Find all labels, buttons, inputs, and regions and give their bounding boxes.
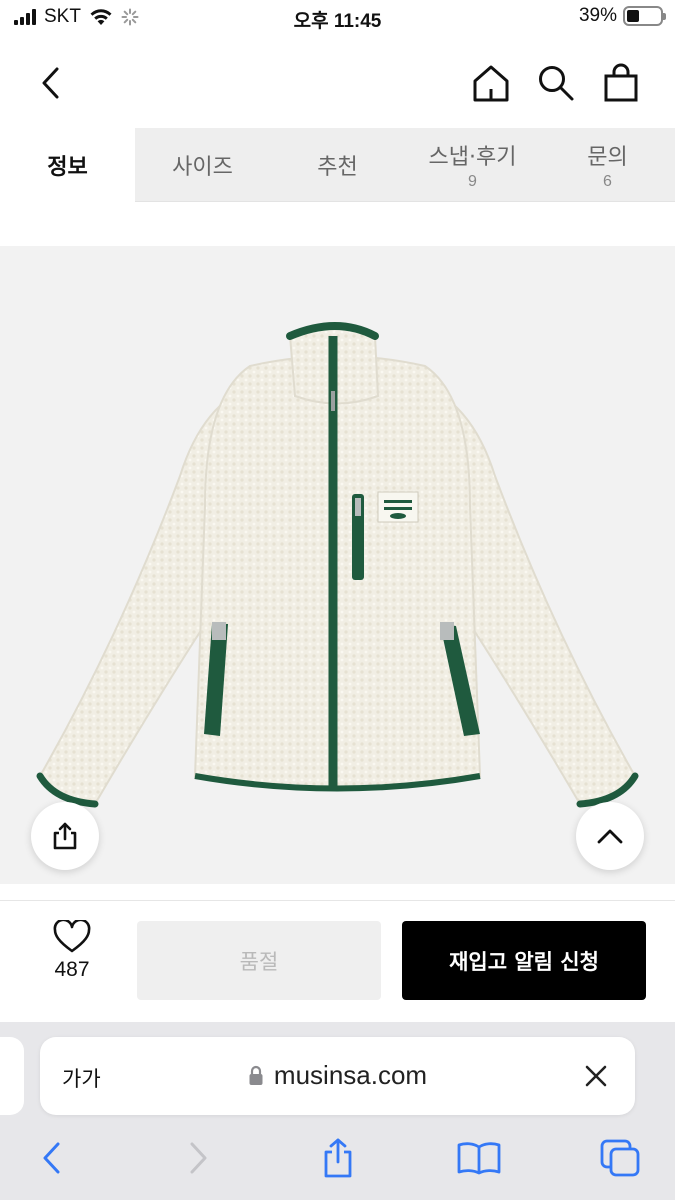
book-icon <box>457 1142 501 1175</box>
search-button[interactable] <box>533 60 579 106</box>
like-count: 487 <box>54 958 90 981</box>
tabs-icon <box>600 1139 640 1177</box>
chevron-left-icon <box>42 67 59 99</box>
product-image[interactable] <box>0 246 675 884</box>
safari-toolbar <box>0 1134 675 1194</box>
status-right: 39% <box>578 5 666 27</box>
product-tabs: 정보 사이즈 추천 스냅·후기 9 문의 6 <box>0 128 675 202</box>
purchase-bar-divider <box>0 900 675 901</box>
chevron-up-icon <box>597 829 623 844</box>
scroll-top-button[interactable] <box>576 802 644 870</box>
tab-recommend[interactable]: 추천 <box>270 128 405 202</box>
search-icon <box>539 66 574 101</box>
safari-chrome: 가가 musinsa.com <box>0 1022 675 1200</box>
home-icon <box>473 65 509 102</box>
bookmarks-button[interactable] <box>455 1134 503 1182</box>
heart-icon <box>53 920 91 953</box>
tab-count: 9 <box>468 172 477 190</box>
back-button[interactable] <box>28 60 74 106</box>
share-icon <box>53 822 77 850</box>
chevron-right-icon <box>190 1142 207 1174</box>
url-display: musinsa.com <box>40 1060 635 1091</box>
tab-size[interactable]: 사이즈 <box>135 128 270 202</box>
tab-inquiry[interactable]: 문의 6 <box>540 128 675 202</box>
soldout-button[interactable]: 품절 <box>137 921 381 1000</box>
like-button[interactable]: 487 <box>30 920 114 1004</box>
tab-label: 추천 <box>317 154 358 180</box>
tabs-button[interactable] <box>596 1134 644 1182</box>
tab-label: 문의 <box>587 144 628 170</box>
chevron-left-icon <box>43 1142 60 1174</box>
battery-icon <box>623 6 666 26</box>
home-button[interactable] <box>468 60 514 106</box>
bag-icon <box>604 63 638 102</box>
browser-back-button[interactable] <box>28 1134 76 1182</box>
tab-label: 사이즈 <box>172 154 233 180</box>
battery-percent: 39% <box>578 5 617 26</box>
browser-share-button[interactable] <box>314 1134 362 1182</box>
battery-level <box>627 10 640 22</box>
address-bar[interactable]: 가가 musinsa.com <box>40 1037 635 1115</box>
tab-count: 6 <box>603 172 612 190</box>
fleece-jacket-illustration <box>36 322 639 808</box>
clear-url-button[interactable] <box>579 1059 613 1093</box>
status-bar: SKT 오후 11:45 39% <box>0 0 675 38</box>
close-icon <box>585 1065 607 1087</box>
tab-snap-review[interactable]: 스냅·후기 9 <box>405 128 540 202</box>
share-icon <box>324 1138 352 1178</box>
status-time: 오후 11:45 <box>293 11 382 32</box>
cart-button[interactable] <box>598 60 644 106</box>
lock-icon <box>249 1065 263 1085</box>
share-button[interactable] <box>31 802 99 870</box>
tab-info[interactable]: 정보 <box>0 128 135 202</box>
tab-label: 정보 <box>47 155 88 180</box>
tab-label: 스냅·후기 <box>428 144 517 170</box>
nav-header <box>0 40 675 128</box>
restock-alert-button[interactable]: 재입고 알림 신청 <box>402 921 646 1000</box>
url-text: musinsa.com <box>273 1060 428 1090</box>
previous-tab-edge[interactable] <box>0 1037 24 1115</box>
browser-forward-button[interactable] <box>174 1134 222 1182</box>
